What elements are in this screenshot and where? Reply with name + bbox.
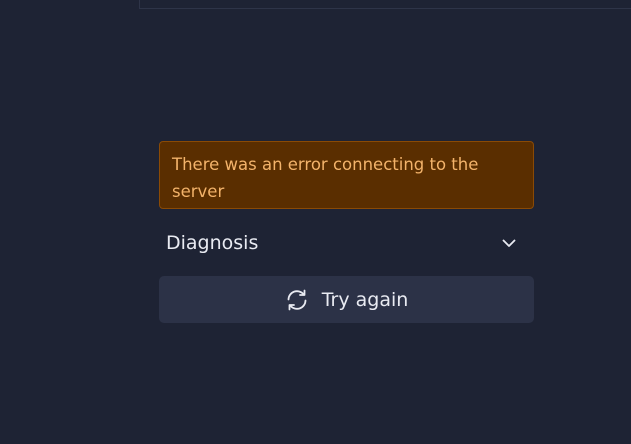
error-message: There was an error connecting to the ser… xyxy=(172,155,479,201)
top-panel-edge xyxy=(139,0,631,9)
chevron-down-icon xyxy=(500,234,518,252)
diagnosis-toggle[interactable]: Diagnosis xyxy=(159,226,534,260)
refresh-icon xyxy=(285,287,310,312)
try-again-button[interactable]: Try again xyxy=(159,276,534,323)
error-alert: There was an error connecting to the ser… xyxy=(159,141,534,209)
diagnosis-label: Diagnosis xyxy=(166,232,259,254)
try-again-label: Try again xyxy=(321,288,409,311)
